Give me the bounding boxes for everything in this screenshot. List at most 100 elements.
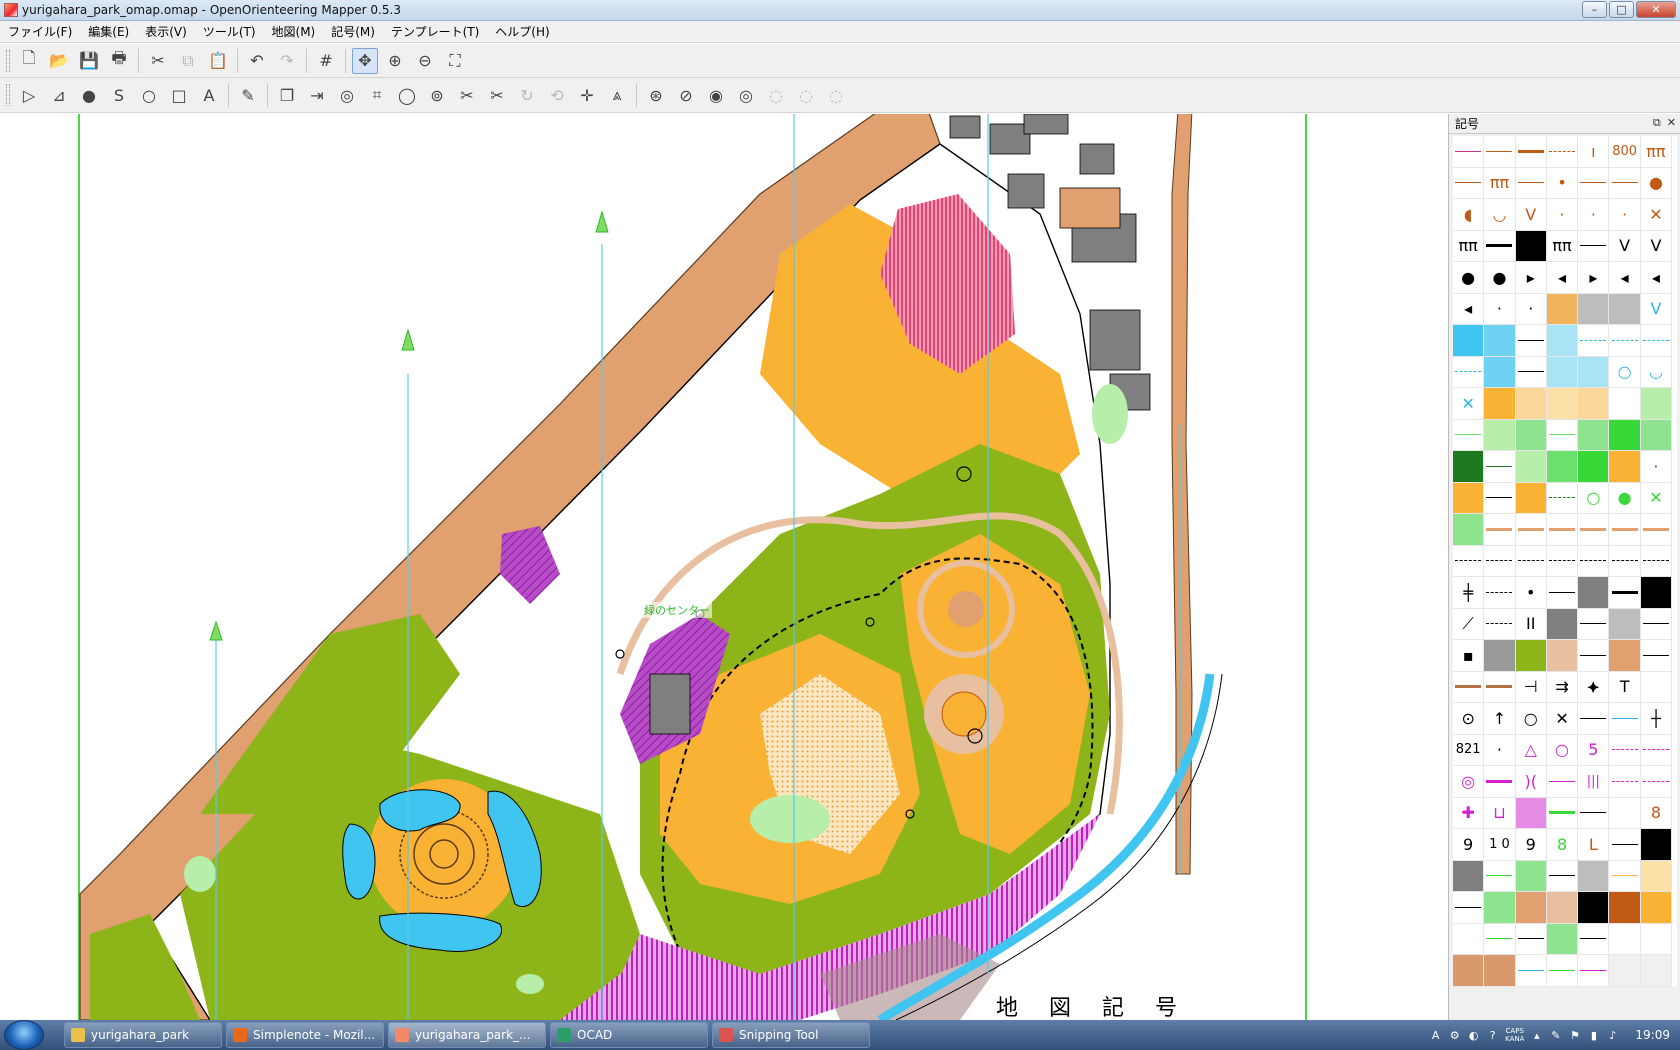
symbol-cell[interactable]: ⊣ [1515,671,1547,703]
symbol-cell[interactable]: V [1609,230,1641,262]
symbol-cell[interactable] [1640,955,1673,987]
symbol-cell[interactable] [1640,923,1673,955]
area-xor-icon[interactable]: ◎ [733,82,759,108]
new-file-icon[interactable]: 🗋 [16,48,42,74]
symbol-cell[interactable] [1609,451,1641,483]
save-icon[interactable]: 💾 [76,48,102,74]
zoom-out-icon[interactable]: ⊖ [412,48,438,74]
menu-map[interactable]: 地図(M) [264,21,324,43]
symbol-cell[interactable]: 5 [1578,734,1610,766]
symbol-cell[interactable]: ⊔ [1484,797,1516,829]
cut-object-icon[interactable]: ✂ [454,82,480,108]
flag-icon[interactable]: ⚑ [1568,1029,1581,1042]
symbol-cell[interactable] [1578,608,1610,640]
symbol-cell[interactable]: )( [1515,766,1547,798]
symbol-cell[interactable] [1609,514,1641,546]
symbol-cell[interactable]: ○ [1515,703,1547,735]
symbol-cell[interactable] [1609,167,1641,199]
taskbar-item[interactable]: yurigahara_park_... [388,1022,546,1048]
symbol-cell[interactable] [1609,734,1641,766]
symbol-cell[interactable]: ✕ [1640,482,1673,514]
symbol-cell[interactable] [1453,167,1485,199]
scale-icon[interactable]: ✛ [574,82,600,108]
symbol-cell[interactable] [1546,640,1579,672]
symbol-cell[interactable]: • [1546,167,1579,199]
taskbar-item[interactable]: Snipping Tool [712,1022,870,1048]
symbol-cell[interactable] [1640,640,1673,672]
symbol-cell[interactable]: ◂ [1609,262,1641,294]
undo-icon[interactable]: ↶ [244,48,270,74]
start-button[interactable] [4,1020,44,1050]
menu-file[interactable]: ファイル(F) [0,21,80,43]
symbol-cell[interactable] [1515,136,1547,168]
symbol-cell[interactable] [1546,514,1579,546]
symbol-cell[interactable] [1609,955,1641,987]
symbol-cell[interactable]: · [1546,199,1579,231]
symbol-cell[interactable] [1484,923,1516,955]
symbol-cell[interactable] [1546,136,1579,168]
map-canvas[interactable]: 緑のセンター 地 図 記 号 [0,114,1448,1020]
show-hidden-icon[interactable]: ▴ [1530,1029,1543,1042]
symbol-cell[interactable] [1484,388,1516,420]
symbol-cell[interactable] [1515,955,1547,987]
symbol-cell[interactable]: ✕ [1640,199,1673,231]
symbol-cell[interactable] [1453,482,1485,514]
toolbar-grip[interactable] [6,49,10,72]
symbol-cell[interactable]: ⇉ [1546,671,1579,703]
symbol-cell[interactable] [1515,388,1547,420]
symbol-cell[interactable] [1453,136,1485,168]
symbol-cell[interactable]: ||| [1578,766,1610,798]
pen-icon[interactable]: ✎ [1549,1029,1562,1042]
symbol-cell[interactable] [1609,608,1641,640]
symbol-cell[interactable] [1546,325,1579,357]
symbol-cell[interactable] [1484,325,1516,357]
symbol-cell[interactable]: ╪ [1453,577,1485,609]
symbol-cell[interactable] [1484,671,1516,703]
symbol-cell[interactable] [1453,955,1485,987]
menu-help[interactable]: ヘルプ(H) [487,21,557,43]
draw-rectangle-icon[interactable]: □ [166,82,192,108]
rotate-pattern-icon[interactable]: ⟲ [544,82,570,108]
symbol-cell[interactable]: II [1515,608,1547,640]
symbol-cell[interactable] [1609,892,1641,924]
symbol-cell[interactable] [1484,892,1516,924]
edit-line-icon[interactable]: ⊿ [46,82,72,108]
symbol-cell[interactable]: · [1515,293,1547,325]
symbol-cell[interactable] [1609,545,1641,577]
symbol-cell[interactable] [1578,797,1610,829]
symbol-cell[interactable]: 1 0 [1484,829,1516,861]
float-panel-button[interactable]: ⧉ [1653,116,1661,130]
symbol-cell[interactable] [1609,388,1641,420]
open-folder-icon[interactable]: 📂 [46,48,72,74]
symbol-cell[interactable] [1515,325,1547,357]
symbol-cell[interactable]: V [1640,293,1673,325]
area-convert-icon[interactable]: ◌ [823,82,849,108]
symbol-cell[interactable]: ◖ [1453,199,1485,231]
symbol-cell[interactable] [1546,797,1579,829]
clock[interactable]: 19:09 [1635,1028,1670,1042]
grid-icon[interactable]: # [313,48,339,74]
area-intersect-icon[interactable]: ⊘ [673,82,699,108]
symbol-cell[interactable] [1515,356,1547,388]
symbol-cell[interactable] [1453,892,1485,924]
symbol-cell[interactable] [1578,703,1610,735]
symbol-cell[interactable]: ππ [1484,167,1516,199]
symbol-cell[interactable] [1453,860,1485,892]
area-difference-icon[interactable]: ◉ [703,82,729,108]
menu-symbols[interactable]: 記号(M) [323,21,383,43]
symbol-cell[interactable]: 8 [1640,797,1673,829]
symbol-cell[interactable]: ◂ [1640,262,1673,294]
symbol-cell[interactable] [1578,640,1610,672]
print-icon[interactable]: 🖶 [106,48,132,74]
symbol-cell[interactable]: ○ [1546,734,1579,766]
symbol-cell[interactable] [1484,545,1516,577]
cut-icon[interactable]: ✂ [145,48,171,74]
symbol-cell[interactable] [1453,923,1485,955]
symbol-cell[interactable] [1640,829,1673,861]
symbol-cell[interactable] [1515,892,1547,924]
symbol-cell[interactable] [1453,356,1485,388]
symbol-cell[interactable] [1484,955,1516,987]
symbol-cell[interactable]: ππ [1546,230,1579,262]
symbol-cell[interactable]: ▪ [1453,640,1485,672]
symbol-cell[interactable]: · [1484,734,1516,766]
